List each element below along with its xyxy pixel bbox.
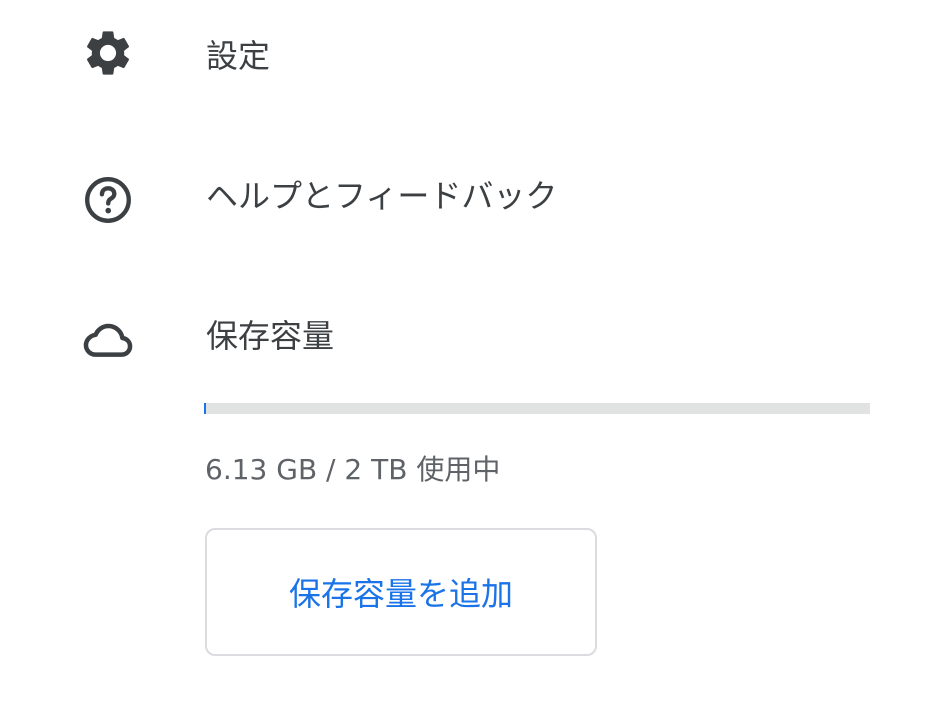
menu-item-label: 保存容量 [206,317,335,355]
add-storage-button[interactable]: 保存容量を追加 [205,528,597,656]
menu-item-label: ヘルプとフィードバック [206,177,558,215]
navigation-drawer: 設定 ヘルプとフィードバック 保存容量 6.13 GB / 2 TB 使用中 保… [0,0,952,720]
menu-item-label: 設定 [206,37,271,75]
gear-icon [80,25,136,81]
cloud-icon [80,312,136,368]
storage-usage-bar-fill [204,403,206,414]
menu-item-help-feedback[interactable]: ヘルプとフィードバック [0,150,952,246]
add-storage-button-label: 保存容量を追加 [288,575,513,613]
storage-usage-text: 6.13 GB / 2 TB 使用中 [205,453,501,486]
help-circle-icon [80,172,136,228]
menu-item-storage[interactable]: 保存容量 [0,294,952,390]
storage-usage-bar [204,403,870,414]
menu-item-settings[interactable]: 設定 [0,5,952,101]
